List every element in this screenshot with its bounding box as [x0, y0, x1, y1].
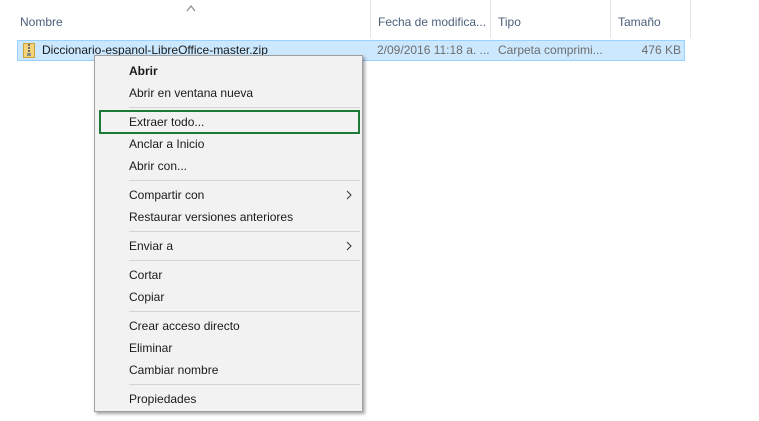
menu-separator	[129, 107, 360, 108]
context-menu: Abrir Abrir en ventana nueva Extraer tod…	[94, 55, 363, 412]
menu-item-create-shortcut[interactable]: Crear acceso directo	[95, 315, 362, 337]
menu-item-pin-to-start[interactable]: Anclar a Inicio	[95, 133, 362, 155]
menu-separator	[129, 260, 360, 261]
menu-item-restore-versions[interactable]: Restaurar versiones anteriores	[95, 206, 362, 228]
menu-item-rename[interactable]: Cambiar nombre	[95, 359, 362, 381]
menu-item-copy[interactable]: Copiar	[95, 286, 362, 308]
column-header-size[interactable]: Tamaño	[610, 0, 690, 38]
menu-item-open-with[interactable]: Abrir con...	[95, 155, 362, 177]
menu-separator	[129, 231, 360, 232]
file-type: Carpeta comprimi...	[498, 43, 603, 57]
menu-item-label: Enviar a	[129, 239, 174, 253]
menu-item-open-new-window[interactable]: Abrir en ventana nueva	[95, 82, 362, 104]
menu-item-label: Compartir con	[129, 188, 205, 202]
column-header-name[interactable]: Nombre	[13, 0, 370, 38]
menu-item-cut[interactable]: Cortar	[95, 264, 362, 286]
menu-separator	[129, 180, 360, 181]
menu-item-properties[interactable]: Propiedades	[95, 388, 362, 410]
menu-item-extract-all[interactable]: Extraer todo...	[95, 111, 362, 133]
menu-item-send-to[interactable]: Enviar a	[95, 235, 362, 257]
file-date: 2/09/2016 11:18 a. ...	[377, 43, 490, 57]
menu-item-share-with[interactable]: Compartir con	[95, 184, 362, 206]
menu-item-open[interactable]: Abrir	[95, 60, 362, 82]
chevron-right-icon	[346, 190, 352, 200]
column-divider	[690, 0, 691, 38]
column-header-type[interactable]: Tipo	[490, 0, 610, 38]
menu-separator	[129, 384, 360, 385]
zip-folder-icon	[23, 43, 35, 58]
menu-separator	[129, 311, 360, 312]
column-header-date[interactable]: Fecha de modifica...	[370, 0, 490, 38]
menu-item-delete[interactable]: Eliminar	[95, 337, 362, 359]
file-size: 476 KB	[641, 43, 681, 57]
chevron-right-icon	[346, 241, 352, 251]
column-header-row: Nombre Fecha de modifica... Tipo Tamaño	[0, 0, 759, 38]
